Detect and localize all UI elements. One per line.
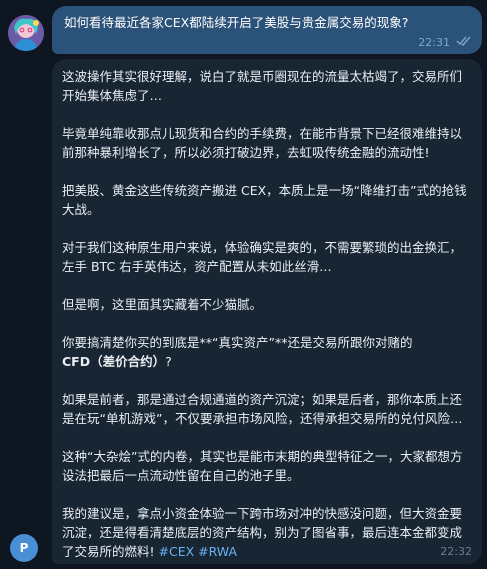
chat-window: 如何看待最近各家CEX都陆续开启了美股与贵金属交易的现象? 22:31 这波操作… [0,0,487,569]
user-avatar[interactable] [8,15,44,51]
hashtag-link[interactable]: #CEX [159,544,195,559]
message-paragraph: 这波操作其实很好理解，说白了就是币圈现在的流量太枯竭了，交易所们开始集体焦虑了… [62,69,463,103]
hashtag-link[interactable]: #RWA [198,544,237,559]
bold-text: CFD（差价合约） [62,354,166,369]
bot-avatar[interactable]: P [10,534,38,562]
outgoing-message-meta: 22:31 [418,36,472,49]
incoming-message-time: 22:32 [440,545,472,558]
user-avatar-image [8,15,44,51]
outgoing-message[interactable]: 如何看待最近各家CEX都陆续开启了美股与贵金属交易的现象? 22:31 [52,6,482,54]
message-paragraph: 毕竟单纯靠收那点儿现货和合约的手续费，在能市背景下已经很难维持以前那种暴利增长了… [62,126,463,160]
incoming-message-body: 这波操作其实很好理解，说白了就是币圈现在的流量太枯竭了，交易所们开始集体焦虑了…… [62,67,472,561]
message-paragraph: 把美股、黄金这些传统资产搬进 CEX，本质上是一场“降维打击”式的抢钱大战。 [62,183,467,217]
message-paragraph: 我的建议是，拿点小资金体验一下跨市场对冲的快感没问题，但大资金要沉淀，还是得看清… [62,504,472,561]
message-paragraph: 如果是前者，那是通过合规通道的资产沉淀；如果是后者，那你本质上还是在玩“单机游戏… [62,392,463,426]
incoming-message[interactable]: 这波操作其实很好理解，说白了就是币圈现在的流量太枯竭了，交易所们开始集体焦虑了…… [52,59,482,564]
message-text: 你要搞清楚你买的到底是**“真实资产”**还是交易所跟你对赌的 [62,335,413,350]
message-paragraph: 你要搞清楚你买的到底是**“真实资产”**还是交易所跟你对赌的 CFD（差价合约）… [62,333,472,371]
outgoing-message-text: 如何看待最近各家CEX都陆续开启了美股与贵金属交易的现象? [64,15,409,30]
double-check-icon [456,36,472,49]
message-text: 我的建议是，拿点小资金体验一下跨市场对冲的快感没问题，但大资金要沉淀，还是得看清… [62,506,463,559]
message-text: ? [165,354,172,369]
message-paragraph: 这种“大杂烩”式的内卷，其实也是能市末期的典型特征之一，大家都想方设法把最后一点… [62,449,463,483]
message-paragraph: 但是啊，这里面其实藏着不少猫腻。 [62,297,263,312]
message-paragraph: 对于我们这种原生用户来说，体验确实是爽的，不需要繁琐的出金换汇，左手 BTC 右… [62,240,463,274]
outgoing-message-time: 22:31 [418,36,450,49]
